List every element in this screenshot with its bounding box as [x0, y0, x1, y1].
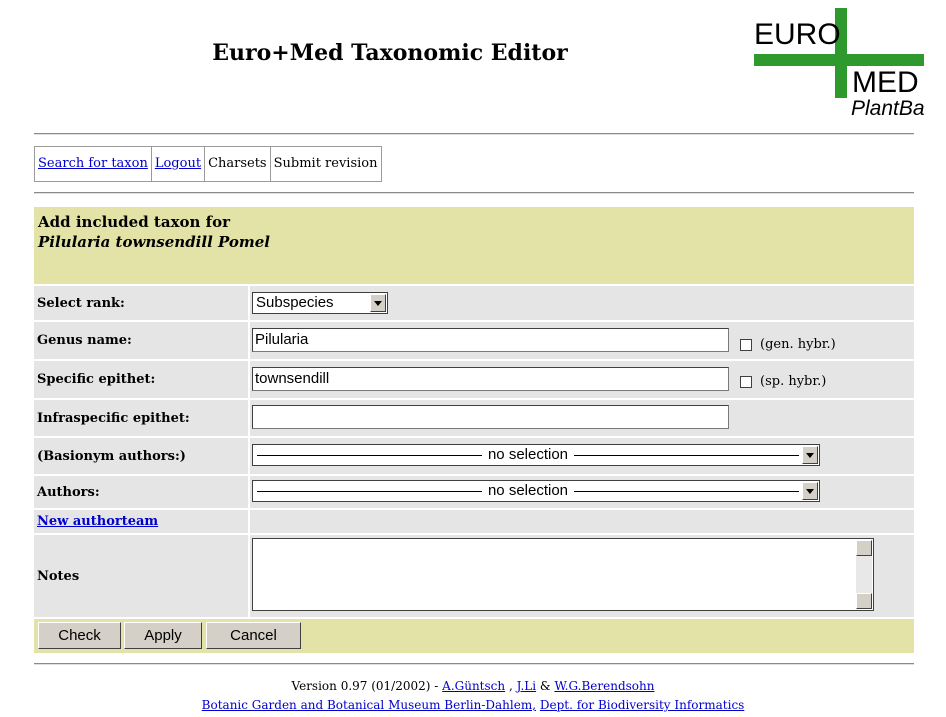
infraspecific-epithet-cell [250, 400, 914, 436]
footer-divider [34, 663, 914, 665]
scroll-down-icon[interactable] [856, 593, 872, 609]
genus-input[interactable]: Pilularia [252, 328, 729, 352]
infraspecific-epithet-label: Infraspecific epithet: [34, 400, 248, 436]
svg-text:PlantBase: PlantBase [851, 97, 924, 120]
genus-cell: Pilularia (gen. hybr.) [250, 322, 914, 359]
apply-button[interactable]: Apply [124, 622, 202, 649]
basionym-authors-select[interactable]: no selection [252, 444, 820, 466]
search-for-taxon-link[interactable]: Search for taxon [38, 156, 148, 171]
institution-link[interactable]: Botanic Garden and Botanical Museum Berl… [202, 698, 536, 712]
rank-cell: Subspecies [250, 286, 914, 320]
form-heading-panel: Add included taxon for Pilularia townsen… [34, 207, 914, 284]
form-heading: Add included taxon for [38, 213, 231, 231]
parent-taxon-name: Pilularia townsendill Pomel [38, 233, 270, 251]
svg-text:EURO: EURO [754, 18, 841, 51]
button-bar: Check Apply Cancel [34, 619, 914, 653]
svg-text:MED: MED [852, 66, 919, 99]
footer-institution-line: Botanic Garden and Botanical Museum Berl… [0, 698, 946, 712]
specific-epithet-label: Specific epithet: [34, 361, 248, 398]
authors-cell: no selection [250, 476, 914, 508]
basionym-authors-value: no selection [487, 446, 569, 463]
new-authorteam-link[interactable]: New authorteam [37, 514, 158, 529]
notes-label: Notes [34, 535, 248, 617]
authors-value: no selection [487, 482, 569, 499]
top-divider [34, 133, 914, 135]
sp-hybr-label: (sp. hybr.) [760, 374, 827, 389]
logout-link[interactable]: Logout [155, 156, 201, 171]
chevron-down-icon [802, 482, 818, 500]
author-link-li[interactable]: J.Li [517, 679, 537, 693]
rank-label: Select rank: [34, 286, 248, 320]
new-authorteam-filler [250, 510, 914, 533]
check-button[interactable]: Check [38, 622, 121, 649]
chevron-down-icon [802, 446, 818, 464]
author-separator: , [508, 679, 513, 693]
scroll-up-icon[interactable] [856, 540, 872, 556]
charsets-item: Charsets [205, 147, 271, 181]
author-link-berendsohn[interactable]: W.G.Berendsohn [554, 679, 654, 693]
rank-select[interactable]: Subspecies [252, 292, 388, 314]
authors-label: Authors: [34, 476, 248, 508]
footer-version-line: Version 0.97 (01/2002) - A.Güntsch , J.L… [0, 679, 946, 693]
new-authorteam-cell: New authorteam [34, 510, 248, 533]
specific-epithet-cell: townsendill (sp. hybr.) [250, 361, 914, 398]
euro-med-plantbase-logo: EURO MED PlantBase [754, 8, 946, 124]
rank-select-value: Subspecies [256, 294, 334, 311]
department-link[interactable]: Dept. for Biodiversity Informatics [540, 698, 744, 712]
basionym-authors-cell: no selection [250, 438, 914, 474]
sp-hybr-checkbox[interactable] [740, 376, 752, 388]
author-link-guentsch[interactable]: A.Güntsch [442, 679, 505, 693]
author-ampersand: & [539, 679, 551, 693]
specific-epithet-input[interactable]: townsendill [252, 367, 729, 391]
gen-hybr-label: (gen. hybr.) [760, 337, 836, 352]
nav-divider [34, 192, 914, 194]
notes-scrollbar[interactable] [856, 540, 872, 609]
chevron-down-icon [370, 294, 386, 312]
version-text: Version 0.97 (01/2002) - [291, 679, 439, 693]
submit-revision-item: Submit revision [271, 147, 382, 181]
authors-select[interactable]: no selection [252, 480, 820, 502]
genus-label: Genus name: [34, 322, 248, 359]
infraspecific-epithet-input[interactable] [252, 405, 729, 429]
basionym-authors-label: (Basionym authors:) [34, 438, 248, 474]
cancel-button[interactable]: Cancel [206, 622, 301, 649]
notes-textarea[interactable] [252, 538, 874, 611]
page-title: Euro+Med Taxonomic Editor [212, 40, 568, 66]
notes-cell [250, 535, 914, 617]
gen-hybr-checkbox[interactable] [740, 339, 752, 351]
nav-bar: Search for taxon Logout Charsets Submit … [34, 146, 382, 182]
